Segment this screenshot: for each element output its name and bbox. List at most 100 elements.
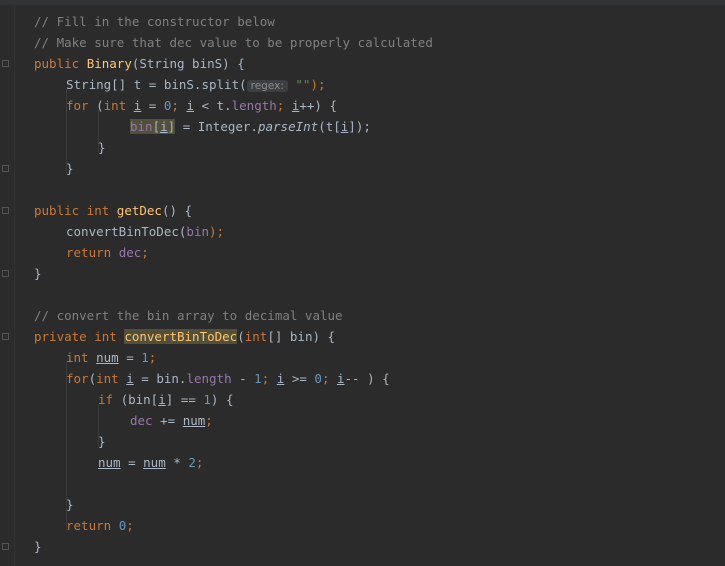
- code-token: }: [98, 434, 106, 449]
- parameter-hint: regex:: [246, 80, 288, 92]
- fold-marker-icon[interactable]: [2, 333, 9, 340]
- code-token: =: [120, 455, 144, 470]
- code-token: }: [34, 539, 42, 554]
- code-token: num: [98, 455, 121, 470]
- fold-marker-icon[interactable]: [2, 543, 9, 550]
- code-token: 1: [141, 350, 149, 365]
- code-token: ) {: [210, 392, 234, 407]
- code-token: "": [295, 77, 311, 92]
- code-line[interactable]: private int convertBinToDec(int[] bin) {: [34, 326, 335, 347]
- code-line[interactable]: // Fill in the constructor below: [34, 11, 275, 32]
- code-token: [] bin) {: [267, 329, 336, 344]
- code-token: Binary: [86, 56, 132, 71]
- code-token: int: [66, 350, 97, 365]
- code-line[interactable]: String[] t = binS.split(regex: "");: [66, 74, 326, 95]
- code-token: public: [34, 56, 87, 71]
- code-line[interactable]: convertBinToDec(bin);: [66, 221, 224, 242]
- code-editor[interactable]: // Fill in the constructor below // Make …: [14, 5, 725, 566]
- code-token: [: [152, 119, 161, 134]
- code-token: int: [244, 329, 268, 344]
- code-token: ]);: [348, 119, 371, 134]
- code-token: (t[: [318, 119, 341, 134]
- code-token: 2: [188, 455, 196, 470]
- code-token: return: [66, 518, 119, 533]
- code-token: dec: [130, 413, 153, 428]
- code-token: ;: [148, 350, 157, 365]
- code-line[interactable]: bin[i] = Integer.parseInt(t[i]);: [130, 116, 371, 137]
- code-line[interactable]: }: [98, 431, 106, 452]
- code-token: = Integer.: [175, 119, 258, 134]
- fold-marker-icon[interactable]: [2, 207, 9, 214]
- code-token: ++) {: [299, 98, 338, 113]
- code-token: -: [231, 371, 255, 386]
- code-token: return: [66, 245, 119, 260]
- code-token: 0: [314, 371, 322, 386]
- code-line[interactable]: }: [98, 137, 106, 158]
- code-token: 1: [203, 392, 211, 407]
- code-token: i: [158, 392, 166, 407]
- fold-marker-icon[interactable]: [2, 165, 9, 172]
- code-token: convertBinToDec(: [66, 224, 187, 239]
- code-token: (: [237, 329, 245, 344]
- code-token: bin: [130, 119, 153, 134]
- code-line[interactable]: }: [66, 158, 74, 179]
- code-line[interactable]: public Binary(String binS) {: [34, 53, 245, 74]
- code-line[interactable]: return 0;: [66, 515, 134, 536]
- code-token: ;: [205, 413, 213, 428]
- code-line[interactable]: if (bin[i] == 1) {: [98, 389, 234, 410]
- fold-marker-icon[interactable]: [2, 60, 9, 67]
- code-token: for: [66, 371, 89, 386]
- code-token: ;: [171, 98, 187, 113]
- code-line[interactable]: }: [66, 494, 74, 515]
- code-token: String[] t = binS.split(: [66, 77, 247, 92]
- code-token: private int: [34, 329, 125, 344]
- code-token: ;: [276, 98, 292, 113]
- code-token: ;: [126, 518, 134, 533]
- code-line[interactable]: num = num * 2;: [98, 452, 203, 473]
- code-token: }: [66, 161, 74, 176]
- code-line[interactable]: return dec;: [66, 242, 149, 263]
- code-token: i: [126, 371, 134, 386]
- code-token: ;: [141, 245, 149, 260]
- code-token: // Make sure that dec value to be proper…: [34, 35, 433, 50]
- code-token: i: [337, 371, 345, 386]
- code-line[interactable]: }: [34, 263, 42, 284]
- code-token: ;: [261, 371, 277, 386]
- code-token: for: [66, 98, 97, 113]
- code-token: );: [209, 224, 225, 239]
- code-token: ;: [321, 371, 337, 386]
- code-token: (: [88, 371, 97, 386]
- code-line[interactable]: }: [34, 536, 42, 557]
- code-token: // convert the bin array to decimal valu…: [34, 308, 343, 323]
- code-token: int: [103, 98, 134, 113]
- code-line[interactable]: // Make sure that dec value to be proper…: [34, 32, 433, 53]
- code-token: +=: [152, 413, 183, 428]
- code-token: i: [160, 119, 168, 134]
- code-token: () {: [161, 203, 193, 218]
- code-line[interactable]: dec += num;: [130, 410, 213, 431]
- code-token: length: [231, 98, 277, 113]
- code-line[interactable]: for(int i = bin.length - 1; i >= 0; i-- …: [66, 368, 390, 389]
- code-token: i: [186, 98, 194, 113]
- code-token: =: [141, 98, 164, 113]
- code-token: ;: [195, 455, 204, 470]
- code-token: >=: [284, 371, 315, 386]
- code-line[interactable]: for (int i = 0; i < t.length; i++) {: [66, 95, 337, 116]
- code-token: num: [182, 413, 206, 428]
- code-token: 1: [254, 371, 262, 386]
- code-line[interactable]: int num = 1;: [66, 347, 156, 368]
- code-token: = bin.: [133, 371, 187, 386]
- code-token: < t.: [193, 98, 232, 113]
- code-line[interactable]: public int getDec() {: [34, 200, 192, 221]
- code-token: *: [165, 455, 189, 470]
- code-token: // Fill in the constructor below: [34, 14, 275, 29]
- code-token: =: [118, 350, 142, 365]
- code-token: getDec: [116, 203, 162, 218]
- code-token: ] ==: [165, 392, 204, 407]
- code-token: num: [143, 455, 166, 470]
- editor-gutter[interactable]: [0, 5, 15, 566]
- code-token: );: [310, 77, 326, 92]
- fold-marker-icon[interactable]: [2, 270, 9, 277]
- code-line[interactable]: // convert the bin array to decimal valu…: [34, 305, 343, 326]
- code-token: -- ) {: [344, 371, 390, 386]
